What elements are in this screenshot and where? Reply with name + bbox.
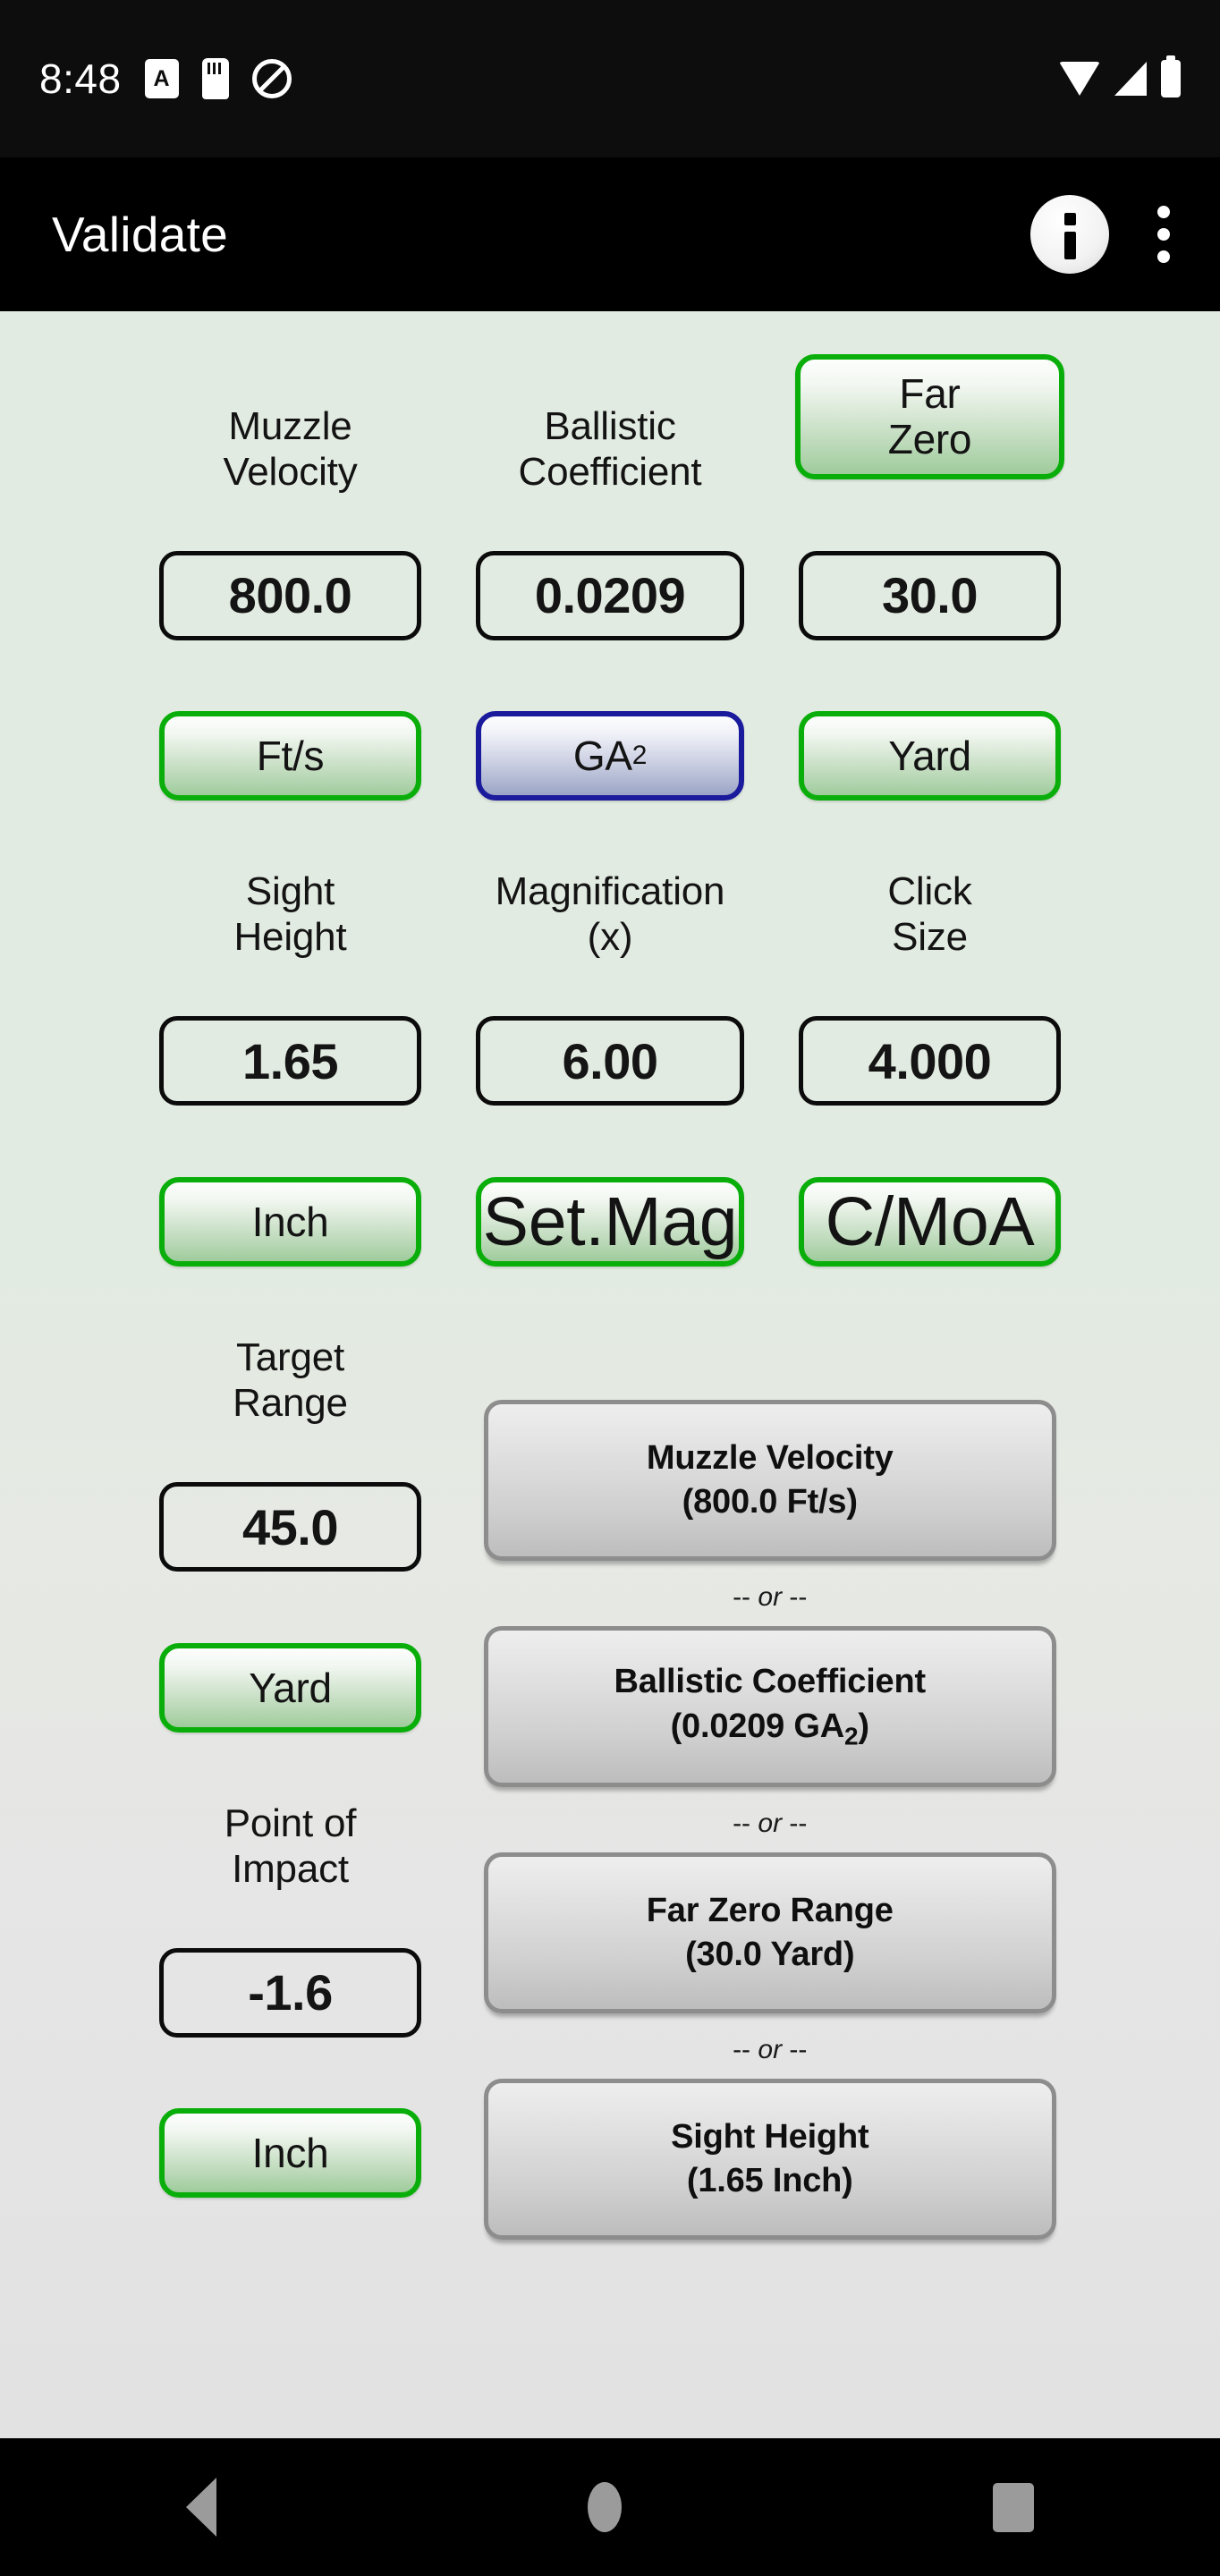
solve-button-detail: (30.0 Yard) [685,1936,855,1974]
info-stem [1063,232,1076,259]
wifi-icon [1059,62,1100,96]
overflow-dot-2 [1157,228,1170,241]
solve-button-title: Sight Height [671,2117,869,2156]
or-separator-2: -- or -- [733,1808,808,1838]
overflow-dot-1 [1157,206,1170,218]
solve-button-title: Muzzle Velocity [646,1438,894,1477]
or-separator-1: -- or -- [733,1581,808,1612]
solve-sight-height-button[interactable]: Sight Height (1.65 Inch) [483,2079,1056,2240]
solve-button-detail: (0.0209 GA2) [670,1707,870,1750]
cell-signal-icon [1114,62,1147,96]
ballistic-coefficient-label: Ballistic Coefficient [518,403,702,494]
far-zero-unit-button[interactable]: Yard [798,711,1062,801]
recents-icon[interactable] [993,2482,1035,2532]
solve-far-zero-range-button[interactable]: Far Zero Range (30.0 Yard) [483,1852,1056,2013]
magnification-input[interactable]: 6.00 [475,1016,745,1106]
magnification-label: Magnification (x) [495,869,725,960]
or-separator-3: -- or -- [733,2034,808,2064]
do-not-disturb-icon [251,59,292,98]
sight-height-input[interactable]: 1.65 [158,1016,422,1106]
muzzle-velocity-unit-button[interactable]: Ft/s [158,711,422,801]
target-range-input[interactable]: 45.0 [158,1482,422,1572]
page-title: Validate [52,207,229,262]
point-of-impact-unit-button[interactable]: Inch [158,2108,422,2199]
app-bar-actions [1030,195,1184,274]
click-size-input[interactable]: 4.000 [798,1016,1062,1106]
far-zero-input[interactable]: 30.0 [798,550,1062,640]
muzzle-velocity-input[interactable]: 800.0 [158,550,422,640]
solve-muzzle-velocity-button[interactable]: Muzzle Velocity (800.0 Ft/s) [483,1400,1056,1561]
info-circle-icon[interactable] [1030,195,1109,274]
ga-subscript: 2 [844,1722,859,1750]
overflow-menu-icon[interactable] [1143,195,1184,274]
point-of-impact-label: Point of Impact [224,1801,357,1891]
target-range-unit-button[interactable]: Yard [158,1642,422,1733]
target-range-label: Target Range [233,1335,348,1426]
overflow-dot-3 [1157,250,1170,263]
ballistic-coefficient-input[interactable]: 0.0209 [475,550,745,640]
home-icon[interactable] [587,2482,622,2532]
phone-screen: 8:48 A Validate Muzzle Velocity Ballisti… [0,0,1220,2576]
magnification-unit-button[interactable]: Set.Mag [475,1177,745,1267]
status-bar-left: 8:48 A [39,55,292,103]
muzzle-velocity-label: Muzzle Velocity [223,403,358,494]
solve-button-title: Far Zero Range [646,1891,894,1929]
info-dot [1063,213,1076,225]
status-bar: 8:48 A [0,0,1220,157]
ga-subscript: 2 [631,741,648,771]
status-clock: 8:48 [39,55,122,102]
back-icon[interactable] [185,2478,216,2537]
letter-a-icon: A [144,59,179,98]
solve-ballistic-coefficient-button[interactable]: Ballistic Coefficient (0.0209 GA2) [483,1626,1056,1787]
battery-icon [1161,55,1181,97]
solve-button-detail: (1.65 Inch) [686,2162,853,2200]
ballistic-coefficient-unit-button[interactable]: GA 2 [475,711,745,801]
solve-button-title: Ballistic Coefficient [614,1663,927,1701]
sight-height-unit-button[interactable]: Inch [158,1177,422,1267]
app-bar: Validate [0,157,1220,311]
far-zero-button[interactable]: Far Zero [795,353,1064,479]
sd-card-icon [201,58,229,99]
system-nav-bar [0,2438,1220,2576]
click-size-label: Click Size [887,869,972,960]
solve-button-detail: (800.0 Ft/s) [682,1483,858,1521]
point-of-impact-input[interactable]: -1.6 [158,1947,422,2038]
status-bar-right [1059,55,1181,97]
main-content: Muzzle Velocity Ballistic Coefficient Fa… [0,311,1220,2438]
click-size-unit-button[interactable]: C/MoA [798,1177,1062,1267]
